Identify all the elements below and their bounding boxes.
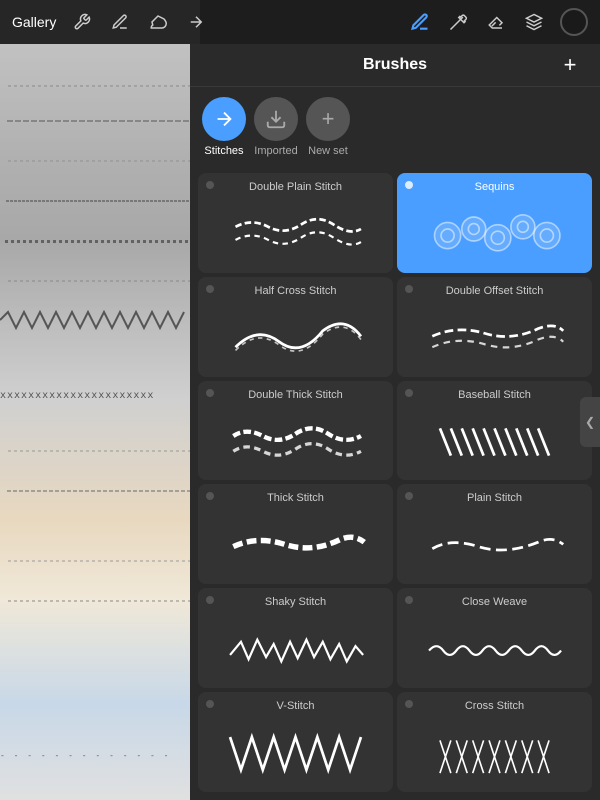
eyedropper-icon[interactable]	[446, 10, 470, 34]
brush-name: Double Offset Stitch	[446, 285, 544, 297]
brush-preview	[405, 309, 584, 369]
layers-icon[interactable]	[522, 10, 546, 34]
brush-double-offset-stitch[interactable]: Double Offset Stitch	[397, 277, 592, 377]
color-swatch[interactable]	[560, 8, 588, 36]
brush-name: Cross Stitch	[465, 700, 524, 712]
tab-imported-icon	[254, 97, 298, 141]
toolbar-right	[408, 8, 588, 36]
collapse-panel-button[interactable]: ❮	[580, 397, 600, 447]
brush-name: V-Stitch	[277, 700, 315, 712]
pencil-icon[interactable]	[408, 10, 432, 34]
tab-stitches-icon	[202, 97, 246, 141]
brush-preview	[206, 412, 385, 472]
brush-half-cross-stitch[interactable]: Half Cross Stitch	[198, 277, 393, 377]
brush-dot	[405, 596, 413, 604]
tab-new-set-label: New set	[308, 145, 348, 157]
brush-name: Plain Stitch	[467, 492, 522, 504]
brush-dot	[405, 285, 413, 293]
brush-dot	[206, 389, 214, 397]
brush-preview	[206, 516, 385, 576]
brush-name: Double Plain Stitch	[249, 181, 342, 193]
brush-plain-stitch[interactable]: Plain Stitch	[397, 484, 592, 584]
toolbar-left: Gallery	[12, 10, 392, 34]
brush-dot	[405, 700, 413, 708]
brush-thick-stitch[interactable]: Thick Stitch	[198, 484, 393, 584]
modify-icon[interactable]	[108, 10, 132, 34]
panel-title: Brushes	[363, 56, 427, 74]
panel-header: Brushes +	[190, 44, 600, 87]
brush-name: Double Thick Stitch	[248, 389, 343, 401]
canvas-strokes: xxxxxxxxxxxxxxxxxxxxxx - - - - - - - - -…	[0, 0, 200, 800]
brush-dot	[206, 700, 214, 708]
brush-sequins[interactable]: Sequins	[397, 173, 592, 273]
brush-name: Half Cross Stitch	[255, 285, 337, 297]
brush-preview	[405, 205, 584, 265]
brush-preview	[206, 724, 385, 784]
brush-close-weave[interactable]: Close Weave	[397, 588, 592, 688]
brush-shaky-stitch[interactable]: Shaky Stitch	[198, 588, 393, 688]
brush-preview	[405, 620, 584, 680]
brush-name: Thick Stitch	[267, 492, 324, 504]
brush-v-stitch[interactable]: V-Stitch	[198, 692, 393, 792]
brush-double-thick-stitch[interactable]: Double Thick Stitch	[198, 381, 393, 481]
brush-dot	[206, 492, 214, 500]
brush-dot	[405, 389, 413, 397]
wrench-icon[interactable]	[70, 10, 94, 34]
brush-dot	[206, 285, 214, 293]
brush-preview	[405, 412, 584, 472]
brush-double-plain-stitch[interactable]: Double Plain Stitch	[198, 173, 393, 273]
eraser-icon[interactable]	[484, 10, 508, 34]
brush-name: Baseball Stitch	[458, 389, 531, 401]
brush-dot	[405, 181, 413, 189]
tab-new-set-icon: +	[306, 97, 350, 141]
tab-imported-label: Imported	[254, 145, 297, 157]
tab-stitches-label: Stitches	[204, 145, 243, 157]
tab-imported[interactable]: Imported	[254, 97, 298, 165]
tabs-row: Stitches Imported + New set	[190, 87, 600, 165]
brush-panel: Brushes + Stitches Imported + New set	[190, 44, 600, 800]
brush-dot	[206, 181, 214, 189]
brush-name: Close Weave	[462, 596, 527, 608]
brush-preview	[206, 205, 385, 265]
brush-grid: Double Plain Stitch Sequins	[190, 165, 600, 800]
toolbar: Gallery	[0, 0, 600, 44]
smudge-icon[interactable]	[146, 10, 170, 34]
arrow-icon[interactable]	[184, 10, 208, 34]
gallery-button[interactable]: Gallery	[12, 14, 56, 30]
brush-dot	[405, 492, 413, 500]
brush-preview	[405, 516, 584, 576]
brush-preview	[405, 724, 584, 784]
brush-name: Sequins	[475, 181, 515, 193]
brush-cross-stitch[interactable]: Cross Stitch	[397, 692, 592, 792]
brush-preview	[206, 309, 385, 369]
tab-new-set[interactable]: + New set	[306, 97, 350, 165]
tab-stitches[interactable]: Stitches	[202, 97, 246, 165]
brush-preview	[206, 620, 385, 680]
brush-name: Shaky Stitch	[265, 596, 326, 608]
add-brush-button[interactable]: +	[556, 51, 584, 79]
brush-baseball-stitch[interactable]: Baseball Stitch	[397, 381, 592, 481]
brush-dot	[206, 596, 214, 604]
